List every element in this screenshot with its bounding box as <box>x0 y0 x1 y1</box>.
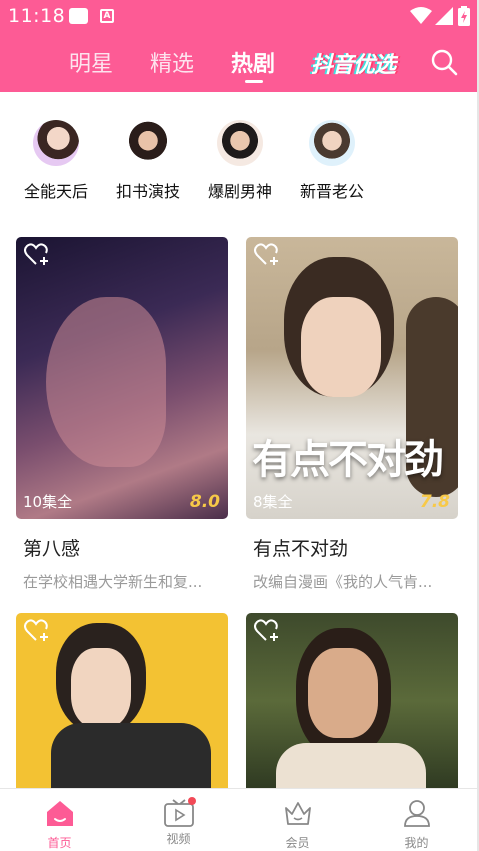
brand-logo[interactable]: 抖音优选 <box>311 47 396 79</box>
status-bar: 11:18 A <box>0 0 477 33</box>
drama-poster: 有点不对劲 8集全 7.8 <box>246 237 458 519</box>
video-icon <box>163 797 196 827</box>
drama-poster <box>16 613 228 789</box>
nav-label: 我的 <box>404 836 429 850</box>
star-avatar <box>125 120 171 166</box>
star-category-label: 扣书演技 <box>115 182 180 201</box>
nav-membership[interactable]: 会员 <box>238 789 357 851</box>
tab-featured[interactable]: 精选 <box>150 46 194 78</box>
rating-score: 7.8 <box>419 492 450 512</box>
drama-description: 改编自漫画《我的人气肯... <box>253 573 433 591</box>
battery-icon <box>458 6 470 26</box>
nav-video[interactable]: 视频 <box>119 789 238 851</box>
drama-title: 有点不对劲 <box>253 538 349 560</box>
nav-label: 视频 <box>166 832 191 846</box>
star-category-acting[interactable]: 扣书演技 <box>102 120 194 202</box>
active-tab-indicator <box>245 80 263 83</box>
notification-icon <box>69 8 88 24</box>
nav-label: 会员 <box>285 836 310 850</box>
nav-label: 首页 <box>47 836 72 850</box>
app-notification-icon: A <box>100 9 114 23</box>
favorite-add-icon[interactable] <box>24 243 50 267</box>
star-category-label: 全能天后 <box>23 182 88 201</box>
drama-card[interactable]: 10集全 8.0 第八感 在学校相遇大学新生和复... <box>16 237 228 592</box>
drama-card[interactable]: 有点不对劲 8集全 7.8 有点不对劲 改编自漫画《我的人气肯... <box>246 237 458 592</box>
star-avatar <box>33 120 79 166</box>
tab-hot-dramas[interactable]: 热剧 <box>231 46 275 78</box>
tab-stars[interactable]: 明星 <box>69 46 113 78</box>
star-category-new-husband[interactable]: 新晋老公 <box>286 120 378 202</box>
star-category-label: 新晋老公 <box>299 182 364 201</box>
search-icon[interactable] <box>430 48 458 76</box>
status-time: 11:18 <box>8 5 66 27</box>
favorite-add-icon[interactable] <box>254 243 280 267</box>
star-category-all-round-queen[interactable]: 全能天后 <box>10 120 102 202</box>
episode-count: 10集全 <box>23 493 73 511</box>
rating-score: 8.0 <box>189 492 220 512</box>
drama-description: 在学校相遇大学新生和复... <box>23 573 203 591</box>
drama-poster: 10集全 8.0 <box>16 237 228 519</box>
star-category-label: 爆剧男神 <box>207 182 272 201</box>
drama-card[interactable] <box>246 613 458 789</box>
bottom-nav: 首页 视频 会员 我的 <box>0 788 477 851</box>
drama-card[interactable] <box>16 613 228 789</box>
nav-profile[interactable]: 我的 <box>357 789 476 851</box>
crown-icon <box>284 802 311 825</box>
favorite-add-icon[interactable] <box>254 619 280 643</box>
home-icon <box>46 801 73 826</box>
signal-icon <box>435 7 453 25</box>
episode-count: 8集全 <box>253 493 293 511</box>
star-avatar <box>309 120 355 166</box>
star-category-hot-actor[interactable]: 爆剧男神 <box>194 120 286 202</box>
favorite-add-icon[interactable] <box>24 619 50 643</box>
top-header: 11:18 A 明星 精选 热剧 抖音优选 <box>0 0 477 92</box>
star-avatar <box>217 120 263 166</box>
poster-title-overlay: 有点不对劲 <box>252 437 444 483</box>
profile-icon <box>403 800 430 827</box>
drama-title: 第八感 <box>23 538 81 560</box>
drama-poster <box>246 613 458 789</box>
wifi-icon <box>410 7 432 24</box>
notification-badge <box>187 797 196 805</box>
nav-home[interactable]: 首页 <box>0 789 119 851</box>
